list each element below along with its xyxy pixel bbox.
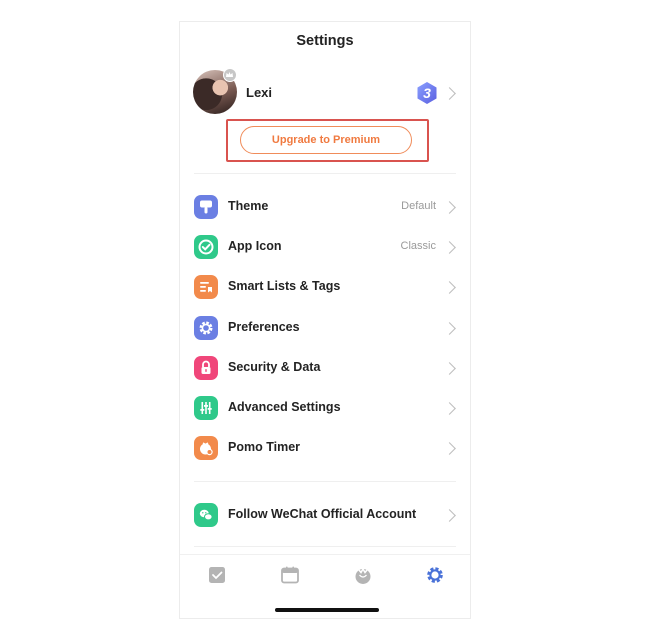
app-icon-icon xyxy=(194,235,218,259)
chevron-right-icon xyxy=(443,509,456,522)
level-badge: 3 xyxy=(415,81,439,105)
menu-item-pomo-timer[interactable]: Pomo Timer xyxy=(180,428,470,468)
menu-label: Follow WeChat Official Account xyxy=(228,507,417,521)
divider xyxy=(194,546,456,547)
page-title: Settings xyxy=(296,33,354,49)
menu-item-wechat[interactable]: Follow WeChat Official Account xyxy=(180,495,470,535)
menu-value: Default xyxy=(401,200,436,212)
smart-lists-icon xyxy=(194,275,218,299)
menu-label: Smart Lists & Tags xyxy=(228,279,341,293)
menu-label: App Icon xyxy=(228,239,282,253)
tab-bar xyxy=(180,554,470,595)
crown-icon xyxy=(223,68,237,82)
menu-item-smart-lists[interactable]: Smart Lists & Tags xyxy=(180,267,470,307)
chevron-right-icon xyxy=(443,281,456,294)
menu-label: Security & Data xyxy=(228,360,321,374)
chevron-right-icon xyxy=(443,322,456,335)
checkbox-icon[interactable] xyxy=(206,564,228,586)
chevron-right-icon xyxy=(443,402,456,415)
chevron-right-icon xyxy=(443,87,456,100)
menu-item-app-icon[interactable]: App Icon Classic xyxy=(180,227,470,267)
chevron-right-icon xyxy=(443,442,456,455)
menu-item-preferences[interactable]: Preferences xyxy=(180,308,470,348)
settings-screen: Settings Lexi 3 Upgrade to Premium Theme… xyxy=(179,21,471,619)
menu-label: Preferences xyxy=(228,320,300,334)
upgrade-highlight: Upgrade to Premium xyxy=(226,119,429,162)
chevron-right-icon xyxy=(443,362,456,375)
menu-label: Advanced Settings xyxy=(228,400,341,414)
level-number: 3 xyxy=(423,85,431,101)
wechat-icon xyxy=(194,503,218,527)
calendar-icon[interactable] xyxy=(279,564,301,586)
pomo-icon xyxy=(194,436,218,460)
upgrade-premium-button[interactable]: Upgrade to Premium xyxy=(240,126,412,154)
sliders-icon xyxy=(194,396,218,420)
menu-item-advanced-settings[interactable]: Advanced Settings xyxy=(180,388,470,428)
divider xyxy=(194,173,456,174)
settings-gear-icon[interactable] xyxy=(424,564,446,586)
gear-icon xyxy=(194,316,218,340)
pomo-tab-icon[interactable] xyxy=(352,564,374,586)
menu-item-security[interactable]: Security & Data xyxy=(180,348,470,388)
chevron-right-icon xyxy=(443,241,456,254)
menu-value: Classic xyxy=(400,240,436,252)
theme-icon xyxy=(194,195,218,219)
divider xyxy=(194,481,456,482)
menu-item-theme[interactable]: Theme Default xyxy=(180,187,470,227)
lock-icon xyxy=(194,356,218,380)
menu-label: Pomo Timer xyxy=(228,440,301,454)
chevron-right-icon xyxy=(443,201,456,214)
username: Lexi xyxy=(246,85,273,100)
menu-label: Theme xyxy=(228,199,269,213)
home-indicator xyxy=(275,608,379,612)
profile-row[interactable]: Lexi 3 xyxy=(180,67,470,123)
